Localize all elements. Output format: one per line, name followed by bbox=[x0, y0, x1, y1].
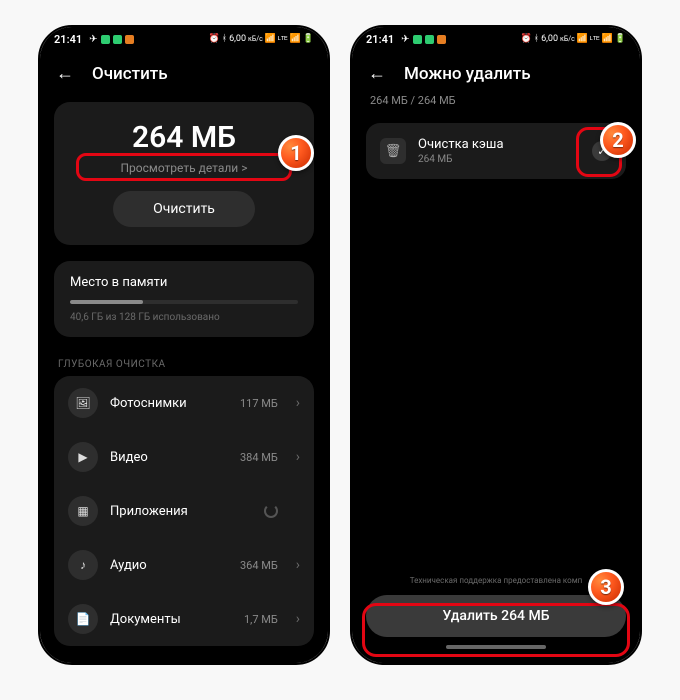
gesture-bar bbox=[446, 645, 546, 649]
video-value: 384 МБ bbox=[240, 451, 278, 464]
bluetooth-icon: ᚼ bbox=[534, 34, 539, 44]
photos-label: Фотоснимки bbox=[110, 396, 228, 411]
screen-deletable: 21:41 ✈ ⏰ ᚼ 6,00 кБ/с 📶 ᴸᵀᴱ 📶 🔋 ← Можно … bbox=[352, 27, 640, 663]
status-app-icon-2 bbox=[425, 35, 434, 44]
cache-text-block: Очистка кэша 264 МБ bbox=[418, 137, 580, 165]
alarm-icon: ⏰ bbox=[520, 34, 531, 44]
docs-label: Документы bbox=[110, 612, 232, 627]
phone-right: 21:41 ✈ ⏰ ᚼ 6,00 кБ/с 📶 ᴸᵀᴱ 📶 🔋 ← Можно … bbox=[350, 25, 642, 665]
list-item-photos[interactable]: 🖼 Фотоснимки 117 МБ › bbox=[54, 376, 314, 430]
phone-left: 21:41 ✈ ⏰ ᚼ 6,00 кБ/с 📶 ᴸᵀᴱ 📶 🔋 ← Очисти… bbox=[38, 25, 330, 665]
video-icon: ▶ bbox=[68, 442, 98, 472]
apps-label: Приложения bbox=[110, 504, 252, 519]
chevron-right-icon: › bbox=[296, 611, 300, 627]
lte-icon: ᴸᵀᴱ bbox=[590, 35, 600, 44]
signal-icon: 📶 bbox=[265, 34, 276, 44]
net-unit: кБ/с bbox=[248, 35, 263, 43]
photos-value: 117 МБ bbox=[240, 397, 278, 410]
send-icon: ✈ bbox=[401, 34, 409, 45]
signal2-icon: 📶 bbox=[290, 34, 301, 44]
list-item-docs[interactable]: 📄 Документы 1,7 МБ › bbox=[54, 592, 314, 646]
back-arrow-icon[interactable]: ← bbox=[368, 63, 386, 84]
lte-icon: ᴸᵀᴱ bbox=[278, 35, 288, 44]
status-right: ⏰ ᚼ 6,00 кБ/с 📶 ᴸᵀᴱ 📶 🔋 bbox=[520, 34, 626, 44]
deep-clean-list: 🖼 Фотоснимки 117 МБ › ▶ Видео 384 МБ › ▦… bbox=[54, 376, 314, 646]
list-item-audio[interactable]: ♪ Аудио 364 МБ › bbox=[54, 538, 314, 592]
memory-title: Место в памяти bbox=[70, 275, 298, 290]
alarm-icon: ⏰ bbox=[208, 34, 219, 44]
view-details-link[interactable]: Просмотреть детали > bbox=[70, 161, 298, 175]
signal-icon: 📶 bbox=[577, 34, 588, 44]
status-left: 21:41 ✈ bbox=[54, 33, 134, 46]
net-speed: 6,00 bbox=[229, 34, 246, 44]
status-app-icon-3 bbox=[437, 35, 446, 44]
net-speed: 6,00 bbox=[541, 34, 558, 44]
photo-icon: 🖼 bbox=[68, 388, 98, 418]
page-title: Очистить bbox=[92, 64, 168, 84]
status-bar: 21:41 ✈ ⏰ ᚼ 6,00 кБ/с 📶 ᴸᵀᴱ 📶 🔋 bbox=[40, 27, 328, 51]
memory-fill bbox=[70, 300, 143, 304]
cache-row[interactable]: 🗑 Очистка кэша 264 МБ ✓ bbox=[366, 123, 626, 179]
list-item-apps[interactable]: ▦ Приложения › bbox=[54, 484, 314, 538]
status-left: 21:41 ✈ bbox=[366, 33, 446, 46]
memory-card[interactable]: Место в памяти 40,6 ГБ из 128 ГБ использ… bbox=[54, 261, 314, 337]
bluetooth-icon: ᚼ bbox=[222, 34, 227, 44]
delete-button[interactable]: Удалить 264 МБ bbox=[366, 595, 626, 637]
status-bar: 21:41 ✈ ⏰ ᚼ 6,00 кБ/с 📶 ᴸᵀᴱ 📶 🔋 bbox=[352, 27, 640, 51]
screen-clean: 21:41 ✈ ⏰ ᚼ 6,00 кБ/с 📶 ᴸᵀᴱ 📶 🔋 ← Очисти… bbox=[40, 27, 328, 663]
docs-value: 1,7 МБ bbox=[244, 613, 278, 626]
net-unit: кБ/с bbox=[560, 35, 575, 43]
status-app-icon-3 bbox=[125, 35, 134, 44]
status-time: 21:41 bbox=[54, 33, 82, 46]
cache-title: Очистка кэша bbox=[418, 137, 580, 152]
audio-value: 364 МБ bbox=[240, 559, 278, 572]
battery-icon: 🔋 bbox=[303, 34, 314, 44]
clean-button[interactable]: Очистить bbox=[113, 191, 255, 227]
status-right: ⏰ ᚼ 6,00 кБ/с 📶 ᴸᵀᴱ 📶 🔋 bbox=[208, 34, 314, 44]
apps-icon: ▦ bbox=[68, 496, 98, 526]
video-label: Видео bbox=[110, 450, 228, 465]
status-app-icon-1 bbox=[413, 35, 422, 44]
spinner-icon bbox=[264, 504, 278, 518]
cleanup-size: 264 МБ bbox=[70, 120, 298, 155]
header: ← Очистить bbox=[40, 51, 328, 94]
chevron-right-icon: › bbox=[296, 449, 300, 465]
page-title: Можно удалить bbox=[404, 64, 531, 84]
status-time: 21:41 bbox=[366, 33, 394, 46]
battery-icon: 🔋 bbox=[615, 34, 626, 44]
callout-badge-2: 2 bbox=[600, 122, 636, 158]
chevron-right-icon: › bbox=[296, 395, 300, 411]
docs-icon: 📄 bbox=[68, 604, 98, 634]
size-summary: 264 МБ / 264 МБ bbox=[352, 94, 640, 117]
header: ← Можно удалить bbox=[352, 51, 640, 94]
send-icon: ✈ bbox=[89, 34, 97, 45]
list-item-video[interactable]: ▶ Видео 384 МБ › bbox=[54, 430, 314, 484]
status-app-icon-1 bbox=[101, 35, 110, 44]
memory-bar bbox=[70, 300, 298, 304]
status-app-icon-2 bbox=[113, 35, 122, 44]
audio-icon: ♪ bbox=[68, 550, 98, 580]
callout-badge-1: 1 bbox=[278, 135, 314, 171]
cleanup-card: 264 МБ Просмотреть детали > Очистить bbox=[54, 102, 314, 245]
memory-sub: 40,6 ГБ из 128 ГБ использовано bbox=[70, 312, 298, 323]
deep-clean-label: ГЛУБОКАЯ ОЧИСТКА bbox=[40, 345, 328, 376]
back-arrow-icon[interactable]: ← bbox=[56, 63, 74, 84]
chevron-right-icon: › bbox=[296, 557, 300, 573]
trash-icon: 🗑 bbox=[380, 138, 406, 164]
callout-badge-3: 3 bbox=[588, 569, 624, 605]
cache-sub: 264 МБ bbox=[418, 154, 580, 165]
audio-label: Аудио bbox=[110, 558, 228, 573]
signal2-icon: 📶 bbox=[602, 34, 613, 44]
